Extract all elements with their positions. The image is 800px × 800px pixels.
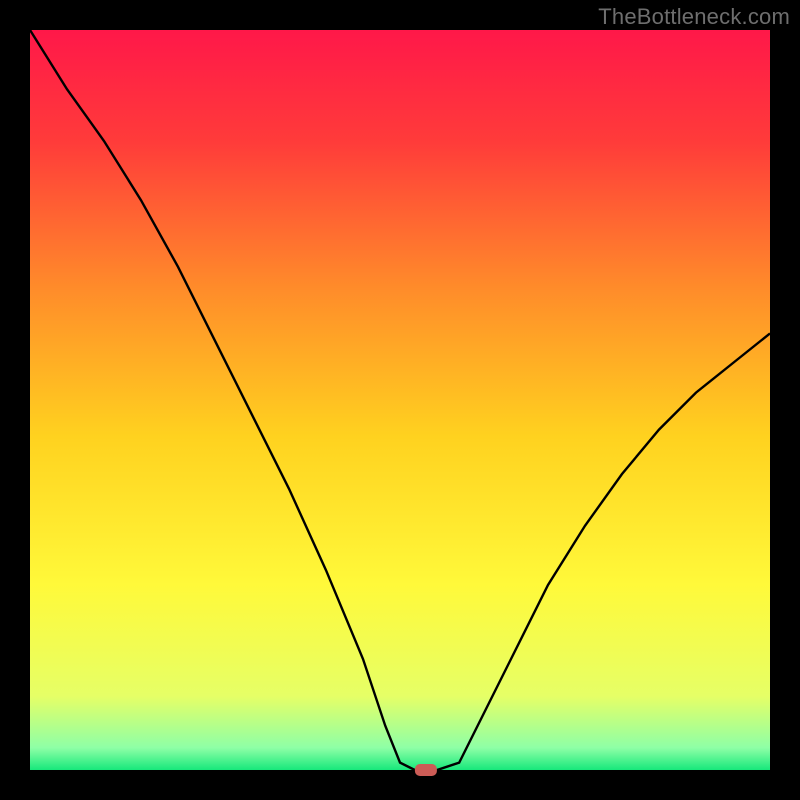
- watermark-text: TheBottleneck.com: [598, 4, 790, 30]
- bottleneck-chart: [0, 0, 800, 800]
- plot-background: [30, 30, 770, 770]
- optimal-marker: [415, 764, 437, 776]
- chart-frame: TheBottleneck.com: [0, 0, 800, 800]
